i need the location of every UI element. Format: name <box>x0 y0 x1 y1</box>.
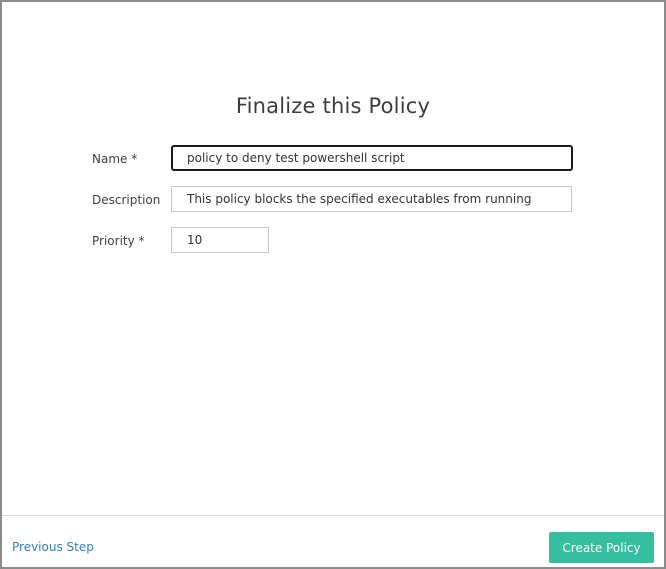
description-label: Description <box>92 193 161 207</box>
priority-label: Priority * <box>92 234 145 248</box>
finalize-policy-dialog: Finalize this Policy Name * Description … <box>0 0 666 569</box>
name-input[interactable] <box>171 145 573 171</box>
priority-input[interactable] <box>171 227 269 253</box>
previous-step-link[interactable]: Previous Step <box>12 540 94 554</box>
description-input[interactable] <box>171 186 572 212</box>
create-policy-button[interactable]: Create Policy <box>549 532 654 563</box>
dialog-title: Finalize this Policy <box>235 94 431 118</box>
name-label: Name * <box>92 152 138 166</box>
footer-divider <box>2 515 664 516</box>
